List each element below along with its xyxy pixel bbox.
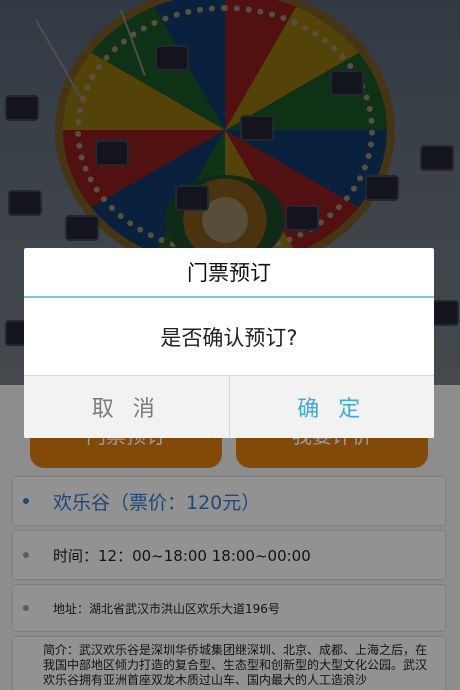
dialog-message: 是否确认预订? — [24, 298, 434, 376]
booking-confirm-dialog: 门票预订 是否确认预订? 取 消 确 定 — [24, 248, 434, 438]
dialog-button-row: 取 消 确 定 — [24, 376, 434, 438]
confirm-button[interactable]: 确 定 — [229, 376, 434, 438]
cancel-button[interactable]: 取 消 — [24, 376, 230, 438]
dialog-title: 门票预订 — [24, 248, 434, 298]
